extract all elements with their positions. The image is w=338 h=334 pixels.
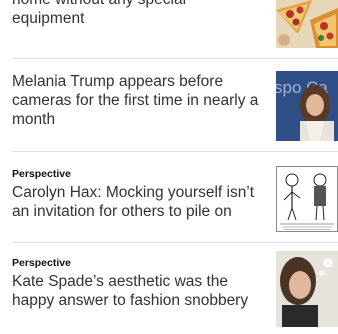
story-headline[interactable]: Kate Spade’s aesthetic was the happy ans…: [12, 272, 264, 310]
story-item[interactable]: Perspective Carolyn Hax: Mocking yoursel…: [0, 152, 338, 242]
story-text: Perspective Carolyn Hax: Mocking yoursel…: [12, 168, 264, 221]
headline-line: equipment: [12, 10, 85, 27]
portrait-icon: spo Ca: [276, 71, 338, 141]
melania-trump-photo[interactable]: spo Ca: [276, 71, 338, 141]
story-kicker: Perspective: [12, 168, 71, 180]
story-item[interactable]: home without any special equipment: [0, 0, 338, 60]
pizza-photo[interactable]: [276, 0, 338, 48]
kate-spade-photo[interactable]: [276, 251, 338, 327]
cartoon-icon: [276, 166, 338, 232]
headline-line: home without any special: [12, 0, 186, 8]
story-kicker: Perspective: [12, 257, 71, 269]
pizza-icon: [276, 0, 338, 48]
story-item[interactable]: Melania Trump appears before cameras for…: [0, 59, 338, 151]
story-text: Melania Trump appears before cameras for…: [12, 72, 264, 129]
news-feed: home without any special equipment: [0, 0, 338, 334]
story-headline[interactable]: home without any special equipment: [12, 0, 264, 28]
portrait-icon: [276, 251, 338, 327]
story-headline[interactable]: Melania Trump appears before cameras for…: [12, 72, 264, 129]
story-text: home without any special equipment: [12, 0, 264, 28]
story-headline[interactable]: Carolyn Hax: Mocking yourself isn’t an i…: [12, 183, 264, 221]
story-text: Perspective Kate Spade’s aesthetic was t…: [12, 257, 264, 310]
story-item[interactable]: Perspective Kate Spade’s aesthetic was t…: [0, 243, 338, 334]
cartoon-illustration[interactable]: [276, 166, 338, 232]
